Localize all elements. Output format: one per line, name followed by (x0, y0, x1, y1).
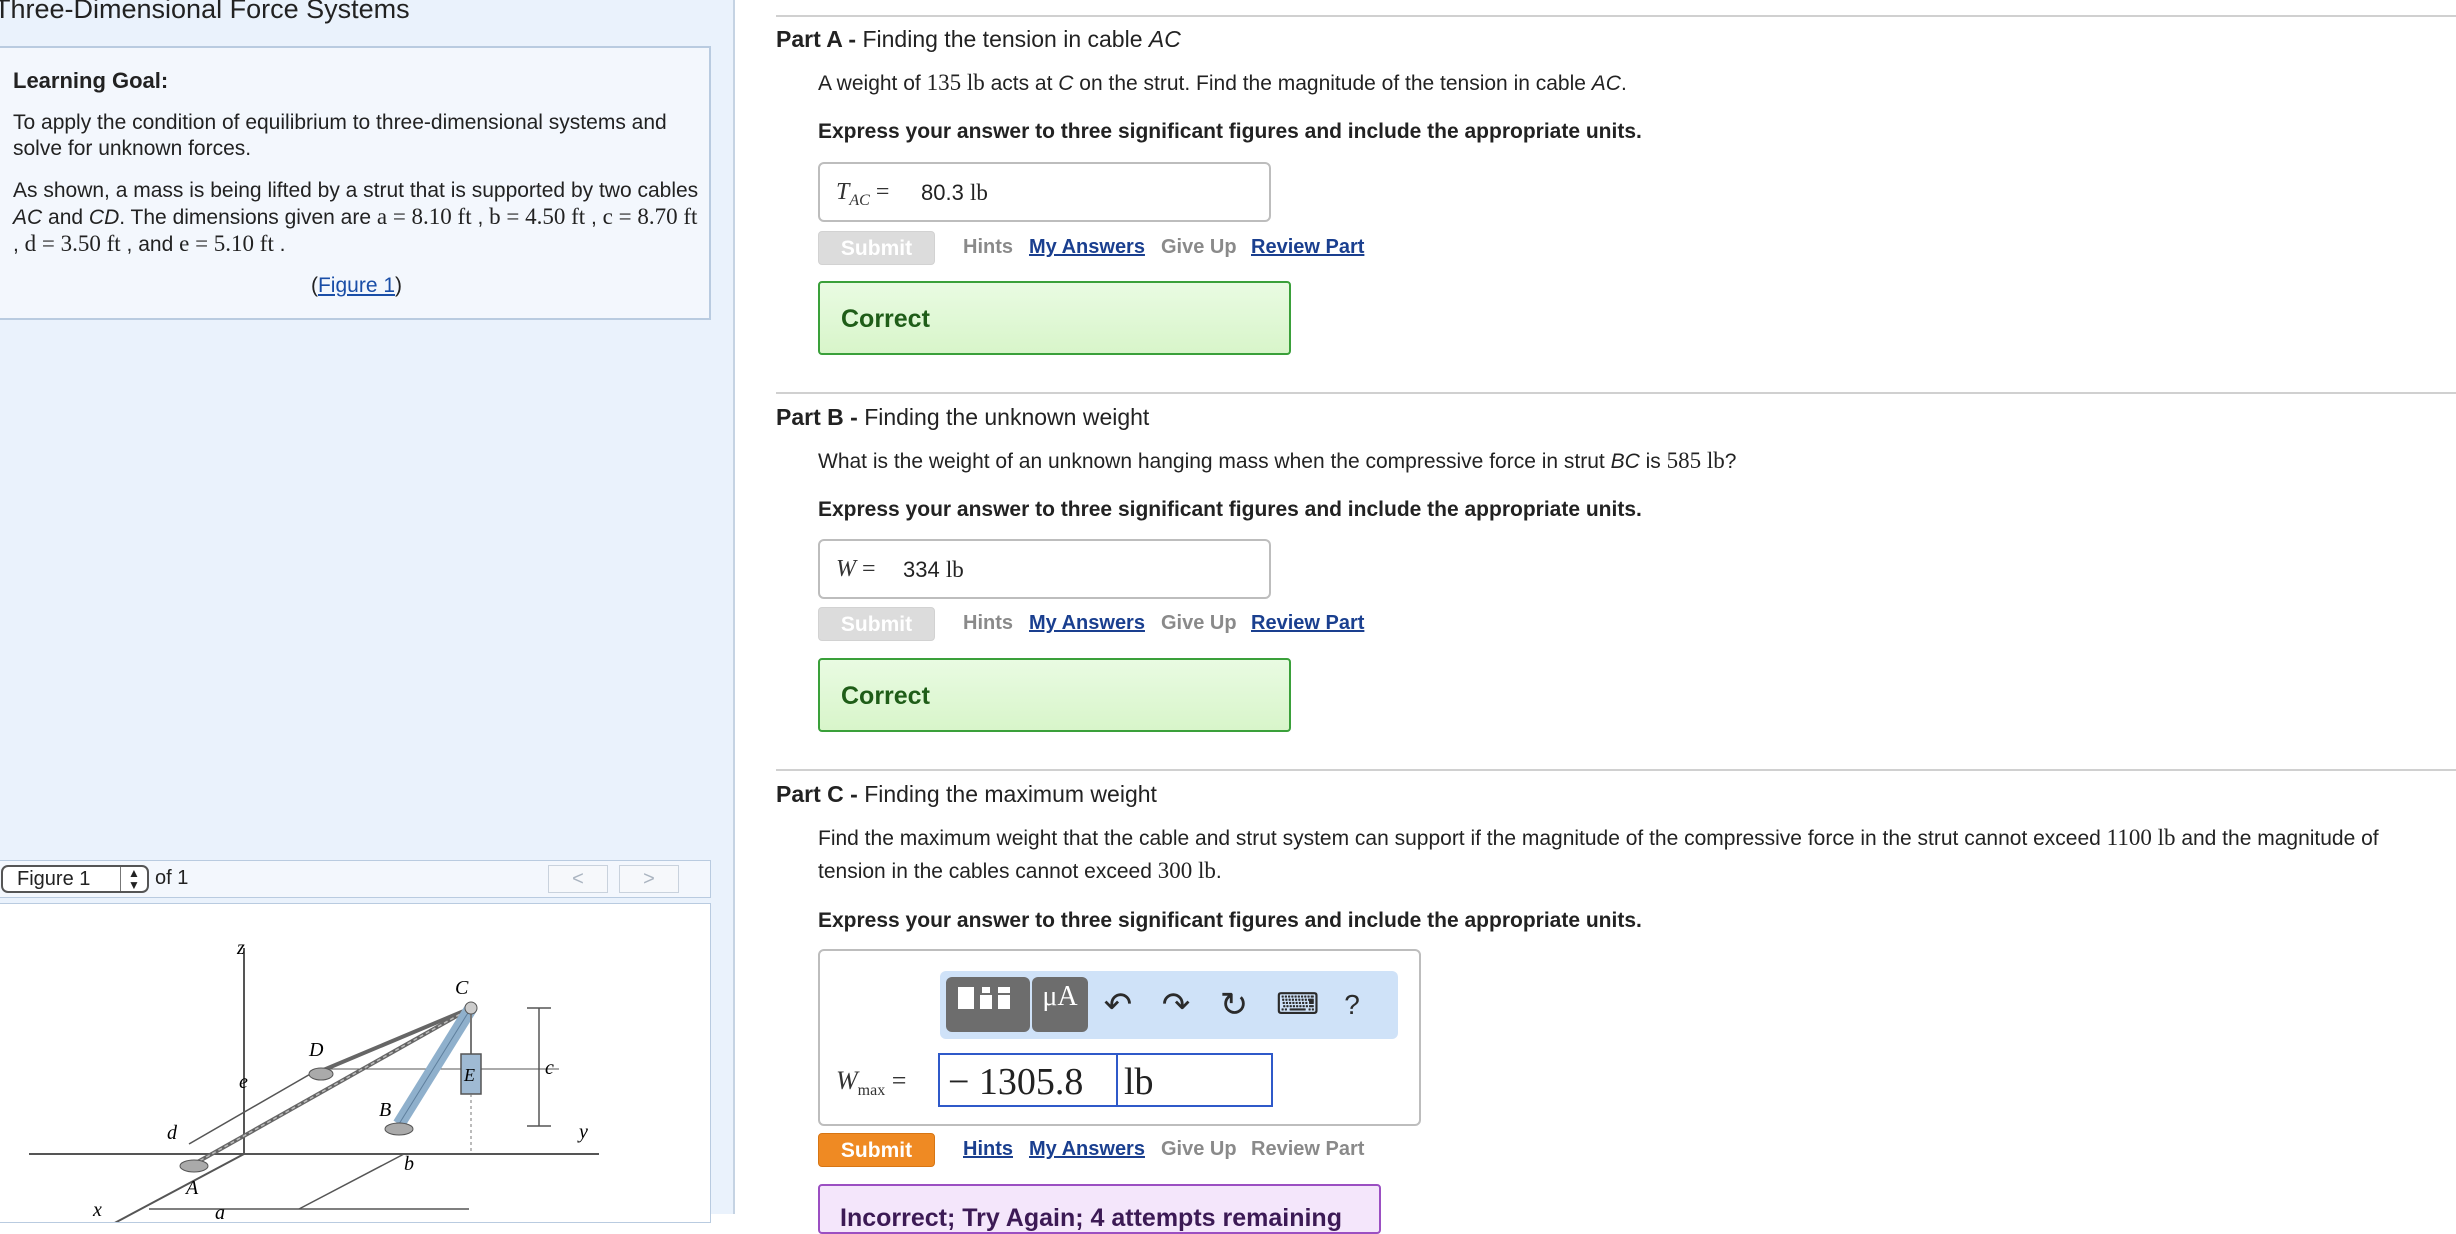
part-c-feedback-text: Incorrect; Try Again; 4 attempts remaini… (840, 1204, 1342, 1232)
part-a-feedback-correct: Correct (818, 281, 1291, 355)
figure-area: z y x A B C D E a b c d e (0, 903, 711, 1223)
part-b-heading: Part B - Finding the unknown weight (776, 404, 1150, 430)
label-x: x (92, 1199, 102, 1221)
part-b-variable: W = (836, 556, 876, 582)
label-e-dim: e (239, 1071, 248, 1093)
left-panel: Three-Dimensional Force Systems Learning… (0, 0, 735, 1223)
part-a-answer-box: TAC = 80.3 lb (818, 162, 1271, 222)
figure-count: of 1 (155, 867, 189, 889)
part-c-answer-editor: μA ↶ ↷ ↻ ⌨ ? Wmax = − 1305.8 lb (818, 949, 1421, 1126)
label-a-dim: a (215, 1202, 225, 1222)
part-c-question-line-2: tension in the cables cannot exceed 300 … (818, 858, 1222, 883)
templates-icon (958, 987, 1010, 1009)
part-b-answer-value: 334 lb (903, 557, 964, 582)
undo-icon[interactable]: ↶ (1100, 987, 1136, 1023)
templates-button[interactable] (946, 977, 1030, 1032)
part-c-answer-input[interactable]: − 1305.8 lb (938, 1053, 1273, 1107)
redo-icon[interactable]: ↷ (1158, 987, 1194, 1023)
label-c-dim: c (545, 1057, 554, 1079)
part-a-answer-value: 80.3 lb (921, 180, 988, 205)
part-c-variable: Wmax = (836, 1066, 907, 1100)
part-b-separator (776, 392, 2456, 394)
part-c-hints-link[interactable]: Hints (963, 1138, 1013, 1161)
label-b-point: B (379, 1099, 391, 1121)
figure-link-line: (Figure 1) (310, 274, 403, 297)
part-b-submit-button[interactable]: Submit (818, 607, 935, 641)
learning-goal-text: To apply the condition of equilibrium to… (13, 111, 667, 160)
part-a-submit-button[interactable]: Submit (818, 231, 935, 265)
part-a-hints-link[interactable]: Hints (963, 236, 1013, 259)
part-c-instruction: Express your answer to three significant… (818, 909, 1642, 932)
problem-statement-box: Learning Goal: To apply the condition of… (0, 46, 711, 320)
part-a-variable: TAC = (836, 179, 890, 209)
part-a-give-up-link[interactable]: Give Up (1161, 236, 1237, 259)
help-button[interactable]: ? (1334, 987, 1370, 1023)
problem-text: As shown, a mass is being lifted by a st… (13, 179, 699, 256)
part-c-review-part-link[interactable]: Review Part (1251, 1138, 1364, 1161)
figure-select[interactable]: Figure 1 ▲ ▼ (1, 865, 149, 893)
previous-figure-button[interactable]: < (548, 865, 608, 893)
figure-navigation: Figure 1 ▲ ▼ of 1 < > (0, 860, 711, 898)
part-c-my-answers-link[interactable]: My Answers (1029, 1138, 1145, 1161)
label-d-dim: d (167, 1122, 178, 1144)
part-c-submit-button[interactable]: Submit (818, 1133, 935, 1167)
part-a-feedback-text: Correct (841, 305, 930, 333)
assignment-title: Three-Dimensional Force Systems (0, 0, 410, 24)
label-y: y (577, 1121, 588, 1143)
part-b-hints-link[interactable]: Hints (963, 612, 1013, 635)
part-c-give-up-link[interactable]: Give Up (1161, 1138, 1237, 1161)
part-a-my-answers-link[interactable]: My Answers (1029, 236, 1145, 259)
strut-cable-figure: z y x A B C D E a b c d e (29, 937, 599, 1222)
part-a-heading: Part A - Finding the tension in cable AC (776, 26, 1181, 52)
part-b-my-answers-link[interactable]: My Answers (1029, 612, 1145, 635)
part-b-answer-box: W = 334 lb (818, 539, 1271, 599)
label-e-point: E (463, 1065, 475, 1085)
part-c-separator (776, 769, 2456, 771)
part-c-answer-value[interactable]: − 1305.8 (948, 1060, 1083, 1104)
units-button[interactable]: μA (1032, 977, 1088, 1032)
label-c-point: C (455, 977, 469, 999)
panel-divider[interactable] (733, 0, 735, 1214)
label-d-point: D (308, 1039, 324, 1061)
part-c-question-line-1: Find the maximum weight that the cable a… (818, 825, 2379, 850)
part-c-heading: Part C - Finding the maximum weight (776, 781, 1157, 807)
select-arrows-icon: ▲ ▼ (120, 867, 147, 891)
figure-1-link[interactable]: Figure 1 (318, 274, 395, 297)
part-b-feedback-correct: Correct (818, 658, 1291, 732)
part-b-feedback-text: Correct (841, 682, 930, 710)
keyboard-icon[interactable]: ⌨ (1276, 987, 1319, 1023)
part-b-review-part-link[interactable]: Review Part (1251, 612, 1364, 635)
part-b-question: What is the weight of an unknown hanging… (818, 448, 1737, 473)
label-z: z (236, 937, 245, 959)
part-a-separator (776, 15, 2456, 17)
part-c-feedback-incorrect: Incorrect; Try Again; 4 attempts remaini… (818, 1184, 1381, 1234)
math-toolbar: μA ↶ ↷ ↻ ⌨ ? (940, 971, 1398, 1039)
part-b-give-up-link[interactable]: Give Up (1161, 612, 1237, 635)
part-b-instruction: Express your answer to three significant… (818, 498, 1642, 521)
part-a-review-part-link[interactable]: Review Part (1251, 236, 1364, 259)
part-a-question: A weight of 135 lb acts at C on the stru… (818, 70, 1627, 95)
learning-goal-heading: Learning Goal: (13, 68, 169, 93)
reset-icon[interactable]: ↻ (1216, 987, 1252, 1023)
part-a-instruction: Express your answer to three significant… (818, 120, 1642, 143)
label-b-dim: b (404, 1153, 414, 1175)
figure-select-value: Figure 1 (17, 868, 91, 890)
cursor-separator (1116, 1054, 1118, 1106)
label-a-point: A (184, 1177, 199, 1199)
part-c-answer-unit[interactable]: lb (1124, 1060, 1154, 1104)
next-figure-button[interactable]: > (619, 865, 679, 893)
